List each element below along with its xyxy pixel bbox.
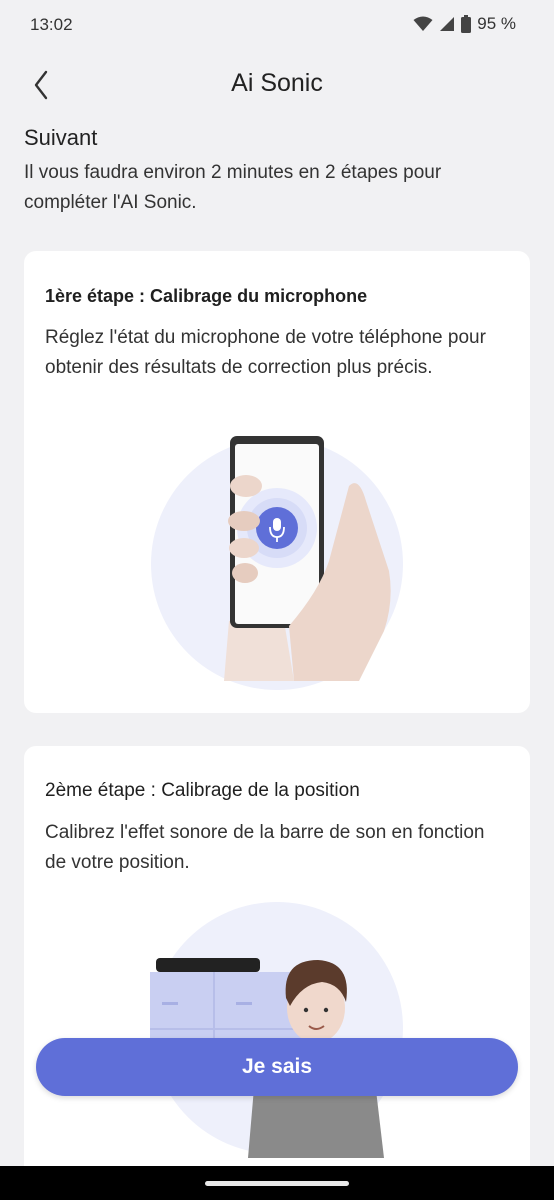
status-time: 13:02: [30, 15, 73, 34]
step-title: 1ère étape : Calibrage du microphone: [45, 286, 368, 306]
status-icons: 95 %: [413, 14, 516, 34]
battery-percent: 95 %: [477, 14, 516, 33]
je-sais-button[interactable]: Je sais: [36, 1038, 518, 1096]
step-title: 2ème étape : Calibrage de la position: [45, 780, 360, 801]
soundbar-illustration: [156, 958, 260, 972]
step-description: Calibrez l'effet sonore de la barre de s…: [45, 822, 485, 873]
page-title: Ai Sonic: [231, 69, 323, 97]
intro-heading: Suivant: [24, 125, 98, 150]
navigation-bar: [0, 1166, 554, 1200]
microphone-calibration-illustration: [151, 436, 403, 690]
home-indicator[interactable]: [205, 1181, 349, 1186]
step-card-position: 2ème étape : Calibrage de la position Ca…: [24, 746, 530, 1186]
step-description: Réglez l'état du microphone de votre tél…: [45, 327, 486, 378]
battery-icon: [461, 15, 472, 33]
cellular-signal-icon: [440, 17, 455, 31]
status-bar: 13:02 95 %: [0, 0, 554, 50]
position-calibration-illustration: [150, 902, 403, 1158]
step-card-microphone: 1ère étape : Calibrage du microphone Rég…: [24, 251, 530, 713]
intro-text: Il vous faudra environ 2 minutes en 2 ét…: [24, 162, 442, 213]
app-bar: Ai Sonic: [0, 58, 554, 108]
wifi-icon: [413, 16, 433, 31]
